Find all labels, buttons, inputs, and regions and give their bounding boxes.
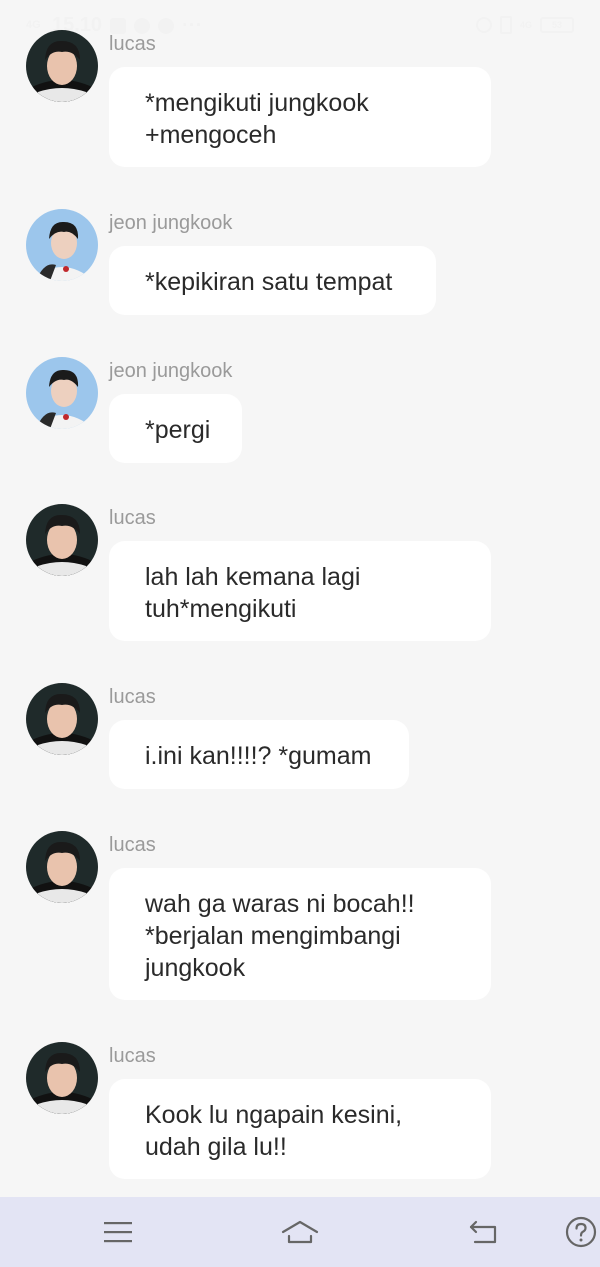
status-right: 4G 53 — [475, 16, 574, 34]
messenger-icon — [134, 17, 151, 34]
more-notifications-icon: ··· — [182, 15, 204, 35]
home-icon — [281, 1220, 319, 1244]
lucas-avatar-image — [26, 683, 98, 755]
message-bubble[interactable]: *mengikuti jungkook +mengoceh — [109, 67, 491, 167]
home-button[interactable] — [276, 1197, 324, 1267]
menu-button[interactable] — [96, 1197, 140, 1267]
lucas-avatar-image — [26, 504, 98, 576]
message-text: i.ini kan!!!!? *gumam — [145, 742, 372, 770]
navigation-bar — [0, 1197, 600, 1267]
help-button[interactable] — [562, 1197, 600, 1267]
chat-app-icon — [158, 17, 175, 34]
message-text: Kook lu ngapain kesini, udah gila lu!! — [145, 1101, 403, 1161]
sender-name: lucas — [109, 686, 156, 708]
avatar[interactable] — [26, 357, 98, 429]
avatar[interactable] — [26, 504, 98, 576]
notification-icon — [110, 17, 127, 34]
sender-name: lucas — [109, 33, 156, 55]
lucas-avatar-image — [26, 30, 98, 102]
message-text: wah ga waras ni bocah!! *berjalan mengim… — [145, 890, 415, 982]
vibrate-icon — [499, 16, 512, 34]
help-icon — [565, 1216, 597, 1248]
jungkook-avatar-image — [26, 357, 98, 429]
sender-name: jeon jungkook — [109, 212, 233, 234]
message-text: *pergi — [145, 416, 211, 444]
avatar[interactable] — [26, 683, 98, 755]
message-text: lah lah kemana lagi tuh*mengikuti — [145, 563, 361, 623]
back-button[interactable] — [462, 1197, 506, 1267]
message-bubble[interactable]: Kook lu ngapain kesini, udah gila lu!! — [109, 1079, 491, 1179]
avatar[interactable] — [26, 831, 98, 903]
avatar[interactable] — [26, 209, 98, 281]
battery-icon: 53 — [540, 17, 574, 33]
jungkook-avatar-image — [26, 209, 98, 281]
message-bubble[interactable]: wah ga waras ni bocah!! *berjalan mengim… — [109, 868, 491, 1000]
signal-icon: 4G — [26, 19, 41, 31]
message-text: *mengikuti jungkook +mengoceh — [145, 89, 369, 149]
sender-name: jeon jungkook — [109, 360, 233, 382]
hamburger-menu-icon — [104, 1222, 132, 1243]
sender-name: lucas — [109, 834, 156, 856]
back-icon — [469, 1220, 497, 1244]
message-bubble[interactable]: *pergi — [109, 394, 242, 463]
avatar[interactable] — [26, 30, 98, 102]
avatar[interactable] — [26, 1042, 98, 1114]
alarm-icon — [475, 17, 492, 33]
lucas-avatar-image — [26, 1042, 98, 1114]
network-type: 4G — [519, 20, 532, 30]
lucas-avatar-image — [26, 831, 98, 903]
message-bubble[interactable]: *kepikiran satu tempat — [109, 246, 436, 315]
sender-name: lucas — [109, 507, 156, 529]
message-bubble[interactable]: lah lah kemana lagi tuh*mengikuti — [109, 541, 491, 641]
message-bubble[interactable]: i.ini kan!!!!? *gumam — [109, 720, 409, 789]
message-text: *kepikiran satu tempat — [145, 268, 393, 296]
sender-name: lucas — [109, 1045, 156, 1067]
